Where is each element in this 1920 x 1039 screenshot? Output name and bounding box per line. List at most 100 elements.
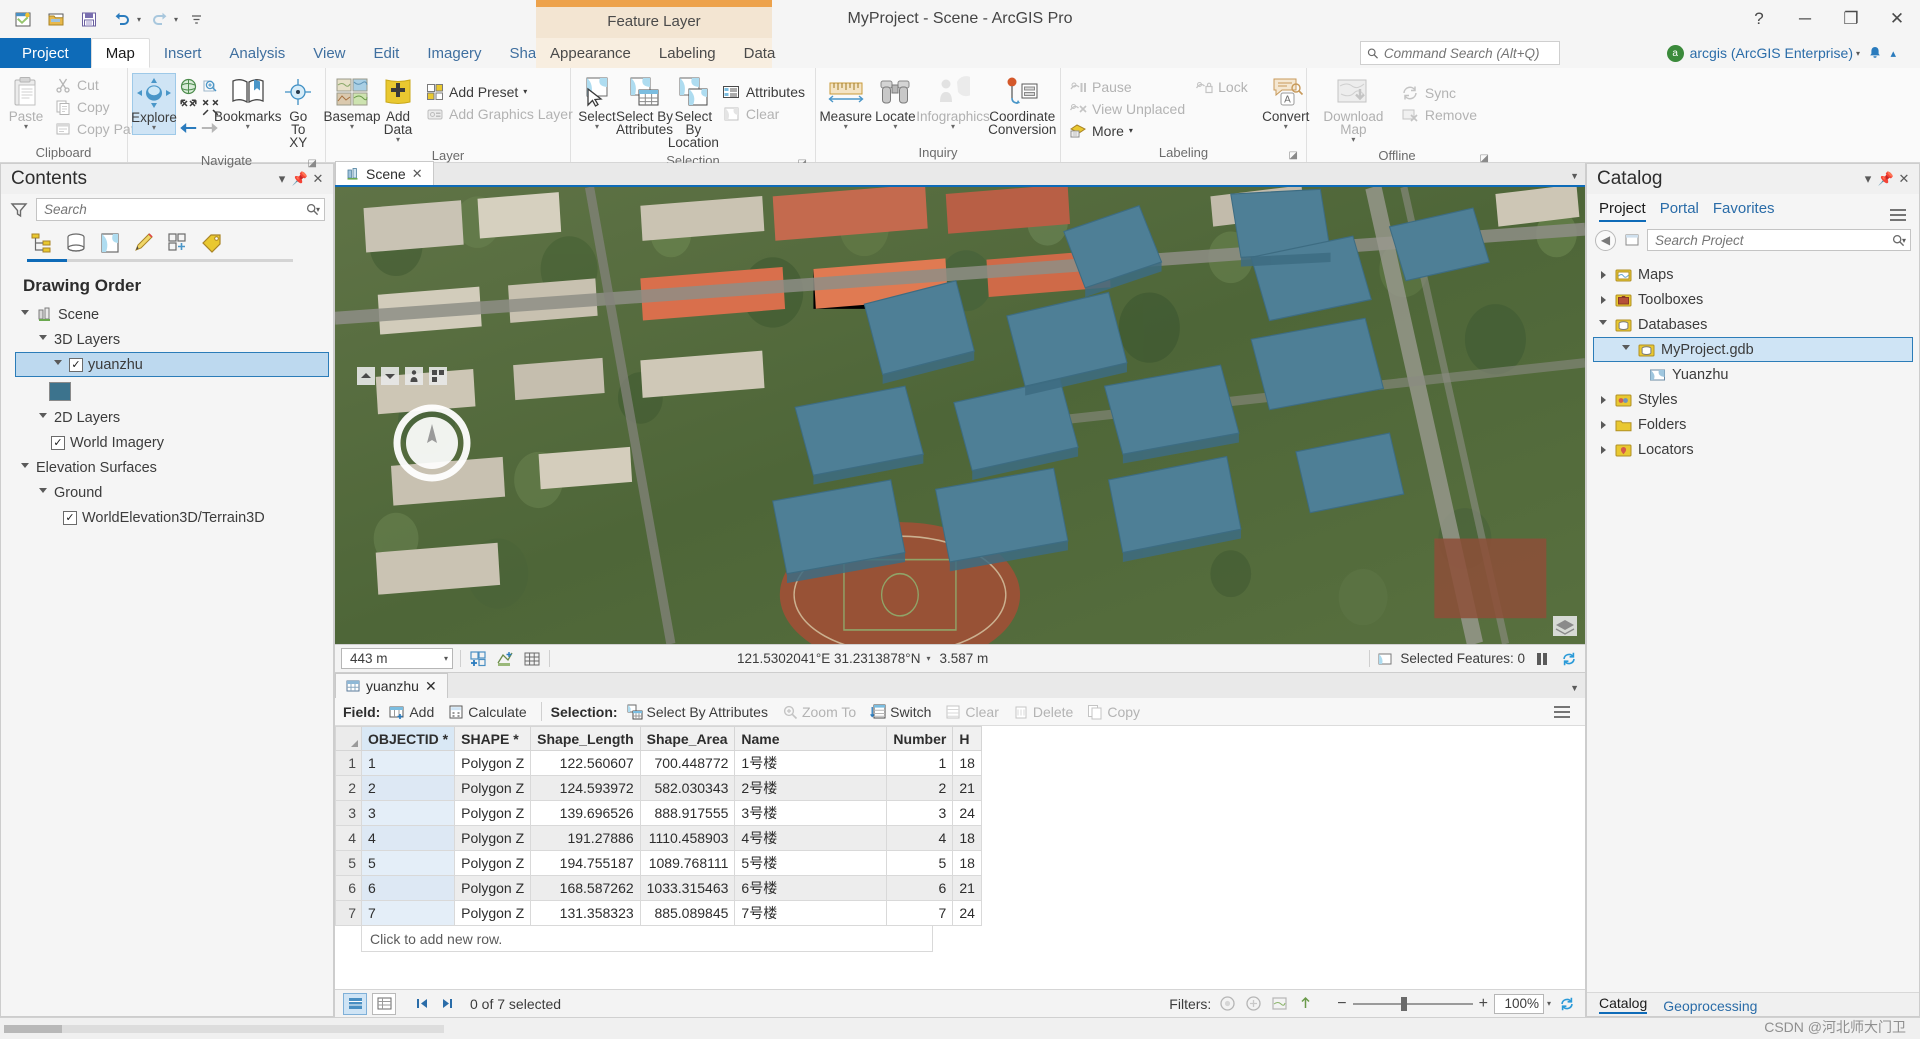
attributes-button[interactable]: Attributes [719, 81, 811, 102]
add-new-selection-icon[interactable] [468, 649, 488, 669]
catalog-tab-project[interactable]: Project [1599, 200, 1646, 222]
column-header-shape[interactable]: SHAPE * [454, 726, 532, 751]
cell-shape-area[interactable]: 888.917555 [639, 800, 736, 826]
column-header-h[interactable]: H [952, 726, 982, 751]
more-labeling-button[interactable]: More ▾ [1065, 120, 1191, 141]
list-by-labeling-icon[interactable] [197, 229, 226, 257]
first-record-icon[interactable] [412, 994, 432, 1014]
cell-number[interactable]: 6 [886, 875, 954, 901]
infographics-dropdown-caret[interactable]: ▾ [951, 123, 955, 131]
open-project-icon[interactable] [41, 5, 71, 33]
row-number[interactable]: 2 [335, 775, 362, 801]
next-record-icon[interactable] [437, 994, 457, 1014]
list-by-data-source-icon[interactable] [61, 229, 90, 257]
cell-number[interactable]: 7 [886, 900, 954, 926]
add-graphics-layer-button[interactable]: Add Graphics Layer [422, 103, 579, 124]
chevron-down-icon[interactable]: ▾ [444, 654, 448, 663]
add-new-row[interactable]: Click to add new row. [361, 926, 933, 952]
bookmarks-button[interactable]: Bookmarks ▾ [214, 73, 281, 133]
attribute-table-menu-icon[interactable] [1547, 703, 1577, 721]
coordinate-dropdown-caret[interactable]: ▾ [926, 654, 930, 663]
basemap-dropdown-caret[interactable]: ▾ [350, 123, 354, 131]
cell-name[interactable]: 7号楼 [734, 900, 888, 926]
catalog-menu-icon[interactable]: ▾ [1859, 170, 1877, 188]
tab-data[interactable]: Data [730, 38, 790, 68]
cell-h[interactable]: 18 [952, 825, 982, 851]
cell-shape-area[interactable]: 1033.315463 [639, 875, 736, 901]
cell-name[interactable]: 6号楼 [734, 875, 888, 901]
terrain3d-checkbox[interactable]: ✓ [63, 510, 77, 525]
cell-number[interactable]: 4 [886, 825, 954, 851]
sync-button[interactable]: Sync [1398, 82, 1483, 103]
footer-tab-geoprocessing[interactable]: Geoprocessing [1663, 998, 1757, 1014]
more-labeling-dropdown-caret[interactable]: ▾ [1129, 126, 1133, 135]
cell-number[interactable]: 1 [886, 750, 954, 776]
measure-button[interactable]: Measure ▾ [819, 73, 872, 133]
catalog-item-databases[interactable]: Databases [1587, 312, 1919, 337]
grid-icon[interactable] [522, 649, 542, 669]
cell-h[interactable]: 21 [952, 875, 982, 901]
convert-labels-dropdown-caret[interactable]: ▾ [1284, 123, 1288, 131]
cell-objectid[interactable]: 6 [360, 875, 456, 901]
contents-search-input[interactable] [44, 202, 306, 217]
new-project-icon[interactable] [8, 5, 38, 33]
navigator-compass[interactable] [391, 402, 473, 484]
clear-selection-button[interactable]: Clear [719, 103, 811, 124]
filter-ascending-icon[interactable] [1295, 994, 1315, 1014]
person-icon[interactable] [405, 367, 423, 385]
scene-view[interactable] [335, 187, 1585, 644]
tree-item-ground[interactable]: Ground [7, 480, 333, 505]
download-map-button[interactable]: Download Map ▾ [1311, 73, 1396, 146]
undo-dropdown-caret[interactable]: ▾ [137, 15, 141, 24]
tree-item-yuanzhu[interactable]: ✓ yuanzhu [15, 352, 329, 377]
tab-edit[interactable]: Edit [360, 38, 414, 68]
expander-icon[interactable] [52, 360, 64, 369]
contents-pin-icon[interactable]: 📌 [291, 170, 309, 188]
expander-icon[interactable] [37, 488, 49, 497]
coordinate-conversion-button[interactable]: Coordinate Conversion [988, 73, 1056, 138]
cell-shape-length[interactable]: 131.358323 [530, 900, 641, 926]
catalog-search-box[interactable]: ▾ [1647, 229, 1911, 251]
tree-item-2d-layers[interactable]: 2D Layers [7, 405, 333, 430]
tab-map[interactable]: Map [90, 38, 150, 68]
catalog-menu-burger-icon[interactable] [1889, 208, 1919, 222]
cell-shape-area[interactable]: 1089.768111 [639, 850, 736, 876]
cell-h[interactable]: 21 [952, 775, 982, 801]
up-arrow-icon[interactable] [357, 367, 375, 385]
expander-icon[interactable] [1597, 445, 1609, 454]
view-tab-scene[interactable]: Scene ✕ [335, 161, 434, 185]
cell-objectid[interactable]: 5 [360, 850, 456, 876]
cell-shape-area[interactable]: 885.089845 [639, 900, 736, 926]
measure-dropdown-caret[interactable]: ▾ [844, 123, 848, 131]
table-row[interactable]: 7 7 Polygon Z 131.358323 885.089845 7号楼 … [335, 900, 982, 926]
cell-shape-length[interactable]: 194.755187 [530, 850, 641, 876]
cell-shape-length[interactable]: 191.27886 [530, 825, 641, 851]
cell-name[interactable]: 2号楼 [734, 775, 888, 801]
delete-selection-button[interactable]: Delete [1008, 702, 1078, 722]
row-number[interactable]: 4 [335, 825, 362, 851]
expander-icon[interactable] [37, 413, 49, 422]
catalog-search-dropdown-caret[interactable]: ▾ [1902, 236, 1906, 245]
go-to-xy-button[interactable]: Go To XY [275, 73, 321, 151]
cell-number[interactable]: 3 [886, 800, 954, 826]
contents-search-box[interactable]: ▾ [36, 198, 325, 221]
remove-offline-button[interactable]: Remove [1398, 104, 1483, 125]
select-button[interactable]: Select ▾ [575, 73, 619, 133]
cell-objectid[interactable]: 1 [360, 750, 456, 776]
add-field-button[interactable]: Add [384, 702, 439, 722]
catalog-tab-portal[interactable]: Portal [1660, 200, 1699, 222]
catalog-tab-favorites[interactable]: Favorites [1713, 200, 1775, 222]
footer-tab-catalog[interactable]: Catalog [1599, 995, 1648, 1014]
column-header-shape-length[interactable]: Shape_Length [530, 726, 641, 751]
cell-objectid[interactable]: 2 [360, 775, 456, 801]
cell-number[interactable]: 5 [886, 850, 954, 876]
full-extent-icon[interactable] [178, 76, 198, 96]
navigate-dialog-launcher[interactable]: ◪ [308, 154, 317, 173]
undo-icon[interactable] [107, 5, 137, 33]
zoom-level-box[interactable]: 100% [1493, 993, 1544, 1014]
basemap-button[interactable]: Basemap ▾ [323, 73, 381, 133]
cell-name[interactable]: 4号楼 [734, 825, 888, 851]
catalog-close-icon[interactable]: ✕ [1895, 170, 1913, 188]
notification-bell-icon[interactable] [1867, 45, 1883, 61]
calculate-field-button[interactable]: Calculate [443, 702, 531, 722]
